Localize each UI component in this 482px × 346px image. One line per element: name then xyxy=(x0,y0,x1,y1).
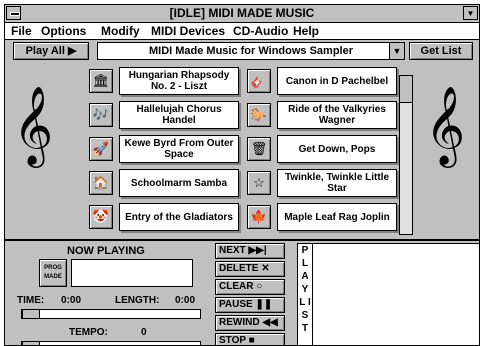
scrollbar-thumb[interactable] xyxy=(400,76,412,103)
tempo-slider[interactable] xyxy=(21,341,201,345)
disc-icon: PROG MADE xyxy=(39,259,67,287)
song-button-entry-of-the-gladiators[interactable]: Entry of the Gladiators xyxy=(119,203,239,231)
now-playing-label: NOW PLAYING xyxy=(67,245,145,257)
menu-help[interactable]: Help xyxy=(293,24,319,38)
song-list-scrollbar[interactable] xyxy=(399,75,413,235)
tempo-slider-knob[interactable] xyxy=(22,341,40,345)
menu-midi-devices[interactable]: MIDI Devices xyxy=(151,24,225,38)
menu-cd-audio[interactable]: CD-Audio xyxy=(233,24,288,38)
song-button-canon-in-d[interactable]: Canon in D Pachelbel xyxy=(277,67,397,95)
song-button-twinkle-twinkle[interactable]: Twinkle, Twinkle Little Star xyxy=(277,169,397,197)
system-menu-button[interactable] xyxy=(6,6,21,20)
time-value: 0:00 xyxy=(61,295,82,306)
collection-value: MIDI Made Music for Windows Sampler xyxy=(148,45,354,57)
collection-select[interactable]: MIDI Made Music for Windows Sampler ▼ xyxy=(97,42,405,60)
delete-button[interactable]: DELETE ✕ xyxy=(215,261,285,277)
schoolhouse-icon[interactable]: 🏠 xyxy=(89,171,113,195)
trash-can-icon[interactable]: 🗑 xyxy=(247,137,271,161)
treble-clef-icon: 𝄞 xyxy=(425,87,466,163)
time-label: TIME: xyxy=(17,295,45,306)
song-button-ride-of-the-valkyries[interactable]: Ride of the Valkyries Wagner xyxy=(277,101,397,129)
clear-button[interactable]: CLEAR ○ xyxy=(215,279,285,295)
choir-icon[interactable]: 🎶 xyxy=(89,103,113,127)
menu-file[interactable]: File xyxy=(11,24,32,38)
time-slider[interactable] xyxy=(21,309,201,319)
now-playing-display xyxy=(71,259,193,287)
player-panel: NOW PLAYING PROG MADE TIME: 0:00 LENGTH:… xyxy=(5,239,479,345)
dropdown-arrow-icon[interactable]: ▼ xyxy=(389,43,404,59)
play-all-button[interactable]: Play All ▶ xyxy=(13,42,89,60)
treble-clef-icon: 𝄞 xyxy=(13,87,54,163)
tempo-label: TEMPO: xyxy=(69,327,108,338)
disc-label: PROG MADE xyxy=(44,265,62,280)
length-value: 0:00 xyxy=(175,295,196,306)
rewind-button[interactable]: REWIND ◀◀ xyxy=(215,315,285,331)
window-title: [IDLE] MIDI MADE MUSIC xyxy=(169,6,315,20)
tempo-value: 0 xyxy=(141,327,147,338)
play-list-box[interactable]: P L A Y L I S T xyxy=(297,243,479,345)
clown-icon[interactable]: 🤡 xyxy=(89,205,113,229)
valkyrie-icon[interactable]: 🐎 xyxy=(247,103,271,127)
menu-bar: File Options Modify MIDI Devices CD-Audi… xyxy=(5,23,479,40)
song-button-maple-leaf-rag[interactable]: Maple Leaf Rag Joplin xyxy=(277,203,397,231)
pause-button[interactable]: PAUSE ❚❚ xyxy=(215,297,285,313)
house-flag-icon[interactable]: 🏛 xyxy=(89,69,113,93)
app-window: [IDLE] MIDI MADE MUSIC ▼ File Options Mo… xyxy=(4,4,480,346)
time-slider-knob[interactable] xyxy=(22,309,40,319)
toolbar: Play All ▶ MIDI Made Music for Windows S… xyxy=(5,40,479,62)
get-list-button[interactable]: Get List xyxy=(409,42,473,60)
rocket-icon[interactable]: 🚀 xyxy=(89,137,113,161)
play-list-label: P L A Y L I S T xyxy=(298,244,313,345)
song-button-hungarian-rhapsody[interactable]: Hungarian Rhapsody No. 2 - Liszt xyxy=(119,67,239,95)
maple-leaf-icon[interactable]: 🍁 xyxy=(247,205,271,229)
length-label: LENGTH: xyxy=(115,295,160,306)
menu-options[interactable]: Options xyxy=(41,24,86,38)
song-grid: 𝄞 𝄞 🏛 Hungarian Rhapsody No. 2 - Liszt 🎸… xyxy=(5,63,479,239)
menu-modify[interactable]: Modify xyxy=(101,24,140,38)
guitar-icon[interactable]: 🎸 xyxy=(247,69,271,93)
star-icon[interactable]: ☆ xyxy=(247,171,271,195)
title-bar: [IDLE] MIDI MADE MUSIC ▼ xyxy=(5,5,479,23)
song-button-schoolmarm-samba[interactable]: Schoolmarm Samba xyxy=(119,169,239,197)
song-button-hallelujah-chorus[interactable]: Hallelujah Chorus Handel xyxy=(119,101,239,129)
stop-button[interactable]: STOP ■ xyxy=(215,333,285,345)
minimize-button[interactable]: ▼ xyxy=(463,6,478,20)
song-button-get-down-pops[interactable]: Get Down, Pops xyxy=(277,135,397,163)
song-button-kewe-byrd[interactable]: Kewe Byrd From Outer Space xyxy=(119,135,239,163)
next-button[interactable]: NEXT ▶▶| xyxy=(215,243,285,259)
